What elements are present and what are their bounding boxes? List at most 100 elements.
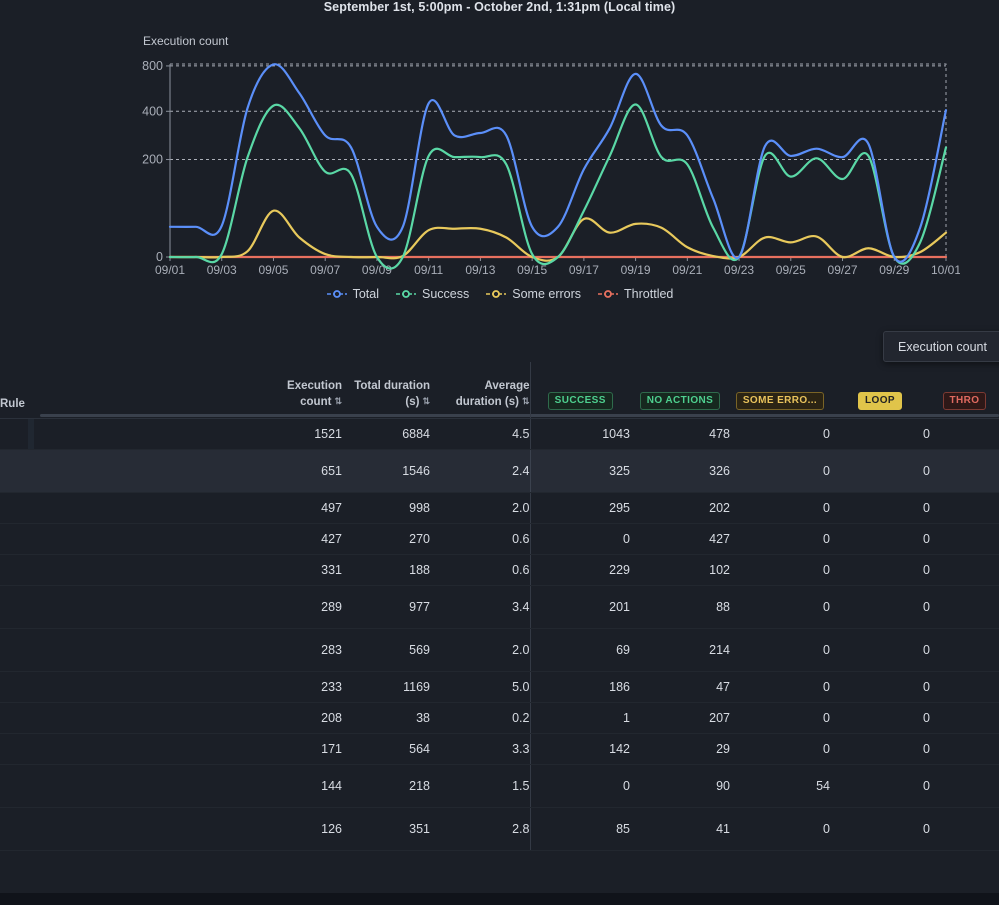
cell-success: 201 — [529, 585, 630, 629]
execution-count-chart[interactable]: 0 200 400 800 09/01 09/03 09/05 09/07 09/09 09/11… — [140, 50, 960, 285]
cell-someerr: 0 — [730, 585, 830, 629]
cell-total_dur: 38 — [342, 702, 430, 734]
table-row[interactable]: 208 38 0.2 1 207 0 0 — [0, 702, 999, 734]
legend-item-some-errors[interactable]: Some errors — [485, 287, 581, 301]
column-header-sublabel: duration (s) ⇅ — [430, 394, 530, 410]
cell-throttle — [930, 807, 999, 851]
cell-exec: 144 — [262, 764, 342, 808]
column-header-loop[interactable]: LOOP — [830, 362, 930, 419]
cell-exec: 1521 — [262, 418, 342, 450]
cell-rule — [0, 764, 262, 808]
execution-count-selector-label: Execution count — [898, 339, 987, 354]
status-badge-throttle: THRO — [942, 392, 987, 410]
column-header-avg_dur[interactable]: Average duration (s) ⇅ — [430, 362, 530, 419]
cell-exec: 208 — [262, 702, 342, 734]
column-header-total_dur[interactable]: Total duration (s) ⇅ — [342, 362, 430, 419]
column-header-sublabel-text: (s) — [405, 396, 420, 408]
cell-throttle — [930, 733, 999, 765]
legend-item-throttled[interactable]: Throttled — [597, 287, 673, 301]
cell-rule — [0, 523, 262, 555]
svg-text:400: 400 — [142, 104, 163, 118]
svg-text:09/15: 09/15 — [517, 263, 547, 277]
chart-canvas: 0 200 400 800 09/01 09/03 09/05 09/07 09/09 09/11… — [142, 59, 960, 277]
cell-throttle — [930, 628, 999, 672]
cell-someerr: 0 — [730, 554, 830, 586]
table-row[interactable]: 126 351 2.8 85 41 0 0 — [0, 807, 999, 851]
status-badge-noaction: NO ACTIONS — [639, 392, 721, 410]
cell-someerr: 54 — [730, 764, 830, 808]
legend-item-success[interactable]: Success — [395, 287, 469, 301]
svg-text:09/27: 09/27 — [828, 263, 858, 277]
table-row[interactable]: 144 218 1.5 0 90 54 0 — [0, 764, 999, 808]
cell-total_dur: 270 — [342, 523, 430, 555]
table-row[interactable]: 289 977 3.4 201 88 0 0 — [0, 585, 999, 629]
column-header-label: Total duration — [354, 380, 430, 392]
cell-loop: 0 — [830, 418, 930, 450]
column-header-throttle[interactable]: THRO — [930, 362, 999, 419]
cell-noaction: 478 — [630, 418, 730, 450]
table-row[interactable]: 651 1546 2.4 325 326 0 0 — [0, 449, 999, 493]
table-row[interactable]: 283 569 2.0 69 214 0 0 — [0, 628, 999, 672]
cell-rule — [0, 418, 262, 450]
cell-rule — [0, 449, 262, 493]
column-header-rule: Rule — [0, 362, 262, 419]
cell-someerr: 0 — [730, 671, 830, 703]
cell-someerr: 0 — [730, 733, 830, 765]
cell-success: 69 — [529, 628, 630, 672]
cell-loop: 0 — [830, 733, 930, 765]
cell-someerr: 0 — [730, 702, 830, 734]
cell-success: 142 — [529, 733, 630, 765]
sort-toggle-icon[interactable]: ⇅ — [422, 394, 430, 409]
svg-text:09/13: 09/13 — [465, 263, 495, 277]
cell-loop: 0 — [830, 628, 930, 672]
svg-text:09/03: 09/03 — [207, 263, 237, 277]
cell-exec: 427 — [262, 523, 342, 555]
table-row[interactable]: 1521 6884 4.5 1043 478 0 0 — [0, 418, 999, 450]
chart-y-axis-title: Execution count — [143, 34, 229, 48]
status-badge-loop: LOOP — [858, 392, 902, 410]
cell-exec: 331 — [262, 554, 342, 586]
cell-avg_dur: 5.0 — [430, 671, 530, 703]
svg-text:09/07: 09/07 — [310, 263, 340, 277]
cell-noaction: 326 — [630, 449, 730, 493]
svg-text:09/09: 09/09 — [362, 263, 392, 277]
legend-label: Total — [352, 287, 380, 301]
column-header-exec[interactable]: Execution count ⇅ — [262, 362, 342, 419]
table-row[interactable]: 331 188 0.6 229 102 0 0 — [0, 554, 999, 586]
legend-marker-icon — [486, 290, 507, 298]
table-row[interactable]: 427 270 0.6 0 427 0 0 — [0, 523, 999, 555]
cell-noaction: 41 — [630, 807, 730, 851]
cell-total_dur: 977 — [342, 585, 430, 629]
cell-success: 1043 — [529, 418, 630, 450]
sort-toggle-icon[interactable]: ⇅ — [334, 394, 342, 409]
cell-someerr: 0 — [730, 628, 830, 672]
cell-success: 325 — [529, 449, 630, 493]
column-header-someerr[interactable]: SOME ERRO... — [730, 362, 830, 419]
cell-success: 0 — [529, 523, 630, 555]
cell-exec: 497 — [262, 492, 342, 524]
cell-avg_dur: 2.0 — [430, 628, 530, 672]
cell-throttle — [930, 418, 999, 450]
rules-table-body: 1521 6884 4.5 1043 478 0 0 651 1546 2.4 325 326 0 0 49… — [0, 418, 999, 851]
svg-text:09/25: 09/25 — [776, 263, 806, 277]
execution-count-selector[interactable]: Execution count — [883, 331, 999, 362]
svg-text:09/21: 09/21 — [672, 263, 702, 277]
table-row[interactable]: 497 998 2.0 295 202 0 0 — [0, 492, 999, 524]
cell-someerr: 0 — [730, 449, 830, 493]
svg-text:09/11: 09/11 — [414, 263, 443, 277]
column-header-sublabel-text: count — [300, 396, 332, 408]
cell-total_dur: 351 — [342, 807, 430, 851]
cell-rule — [0, 807, 262, 851]
column-header-noaction[interactable]: NO ACTIONS — [630, 362, 730, 419]
svg-text:09/29: 09/29 — [879, 263, 909, 277]
legend-item-total[interactable]: Total — [326, 287, 379, 301]
sort-toggle-icon[interactable]: ⇅ — [522, 394, 530, 409]
column-header-success[interactable]: SUCCESS — [529, 362, 630, 419]
cell-total_dur: 564 — [342, 733, 430, 765]
cell-avg_dur: 2.0 — [430, 492, 530, 524]
cell-loop: 0 — [830, 764, 930, 808]
table-row[interactable]: 233 1169 5.0 186 47 0 0 — [0, 671, 999, 703]
table-row[interactable]: 171 564 3.3 142 29 0 0 — [0, 733, 999, 765]
cell-throttle — [930, 671, 999, 703]
horizontal-scrollbar-track[interactable] — [0, 893, 999, 905]
